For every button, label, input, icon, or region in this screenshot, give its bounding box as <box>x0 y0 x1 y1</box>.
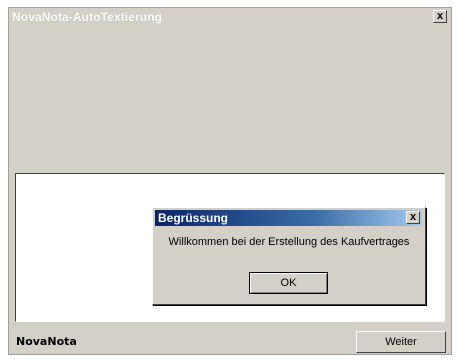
dialog-title: Begrüssung <box>158 211 229 225</box>
ok-button[interactable]: OK <box>249 272 328 294</box>
window-titlebar[interactable]: NovaNota-AutoTextierung x <box>9 8 451 26</box>
welcome-dialog: Begrüssung x Willkommen bei der Erstellu… <box>152 207 426 305</box>
dialog-titlebar[interactable]: Begrüssung x <box>155 210 422 226</box>
window-close-button[interactable]: x <box>433 10 447 23</box>
dialog-message: Willkommen bei der Erstellung des Kaufve… <box>168 236 410 248</box>
window-title: NovaNota-AutoTextierung <box>12 10 163 24</box>
main-window: NovaNota-AutoTextierung x Begrüssung x W… <box>8 7 452 355</box>
dialog-close-button[interactable]: x <box>406 211 420 224</box>
brand-label: NovaNota <box>16 335 77 348</box>
next-button[interactable]: Weiter <box>356 331 446 353</box>
